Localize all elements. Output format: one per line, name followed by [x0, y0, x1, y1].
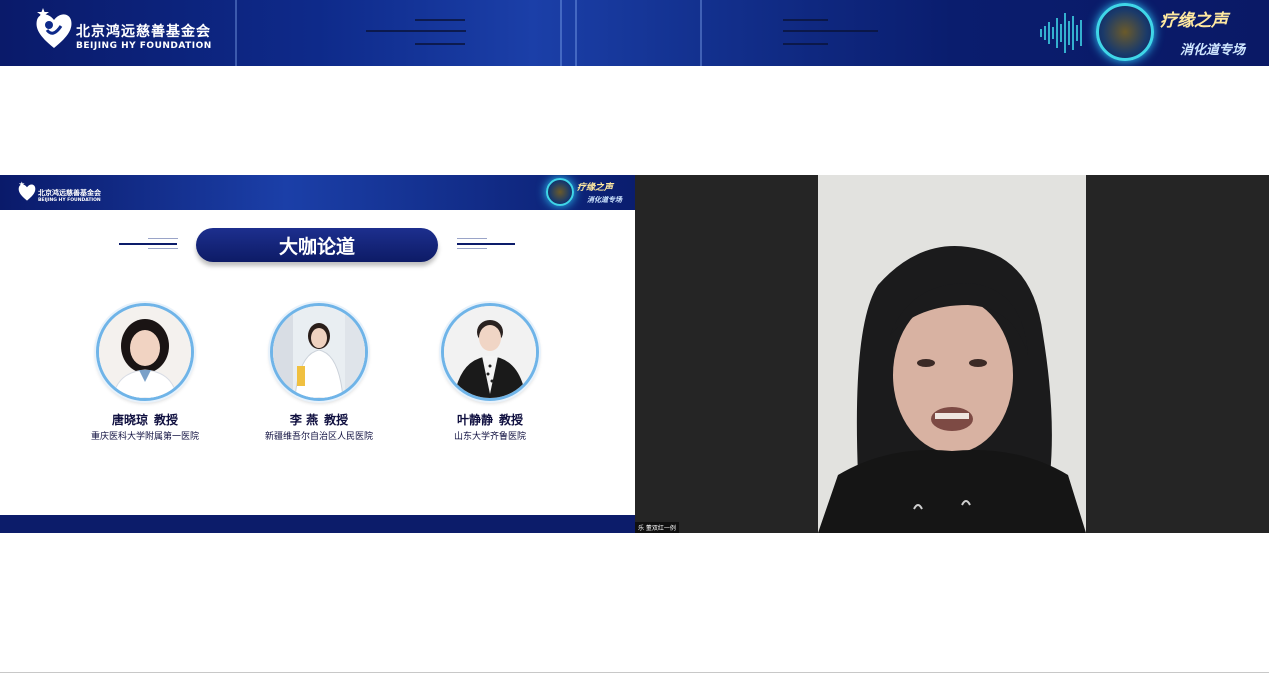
slide-foundation-logo: 北京鸿远慈善基金会 BEIJING HY FOUNDATION: [17, 181, 101, 203]
banner-decor-line: [415, 43, 465, 45]
speaker-photo: [96, 303, 194, 401]
org-name-cn: 北京鸿远慈善基金会: [76, 24, 211, 40]
banner-decor-line: [783, 30, 878, 32]
banner-decor-line: [783, 19, 828, 21]
sound-wave-decor: [1040, 0, 1082, 66]
slide-bottom-bar: [0, 515, 635, 533]
title-decor-line-right: [457, 243, 515, 245]
speaker-card: 唐晓琼 教授 重庆医科大学附属第一医院: [55, 303, 235, 442]
title-decor-line-left: [148, 248, 178, 249]
banner-decor-line: [415, 19, 465, 21]
slide-event-subtitle: 消化道专场: [587, 195, 622, 204]
slide-banner: 北京鸿远慈善基金会 BEIJING HY FOUNDATION 疗缘之声 消化道…: [0, 175, 635, 210]
banner-light-streak: [235, 0, 237, 66]
speaker-organization: 山东大学齐鲁医院: [453, 432, 526, 442]
participant-video-tile[interactable]: 乐 董双红一例: [635, 175, 1269, 533]
participant-name-label: 乐 董双红一例: [635, 522, 679, 533]
slide-org-name-en: BEIJING HY FOUNDATION: [38, 197, 101, 203]
speaker-title: 教授: [324, 413, 349, 427]
event-badge: 疗缘之声 消化道专场: [1096, 3, 1245, 61]
event-title: 疗缘之声: [1160, 11, 1228, 31]
stomach-icon: [546, 178, 574, 206]
speaker-name: 叶静静: [456, 413, 493, 427]
participant-video-feed: [818, 175, 1086, 533]
slide-event-title: 疗缘之声: [577, 182, 614, 193]
top-banner: 北京鸿远慈善基金会 BEIJING HY FOUNDATION 疗缘之声 消化道…: [0, 0, 1269, 66]
heart-logo-icon: [36, 8, 72, 49]
slide-event-badge: 疗缘之声 消化道专场: [546, 178, 622, 206]
org-name-en: BEIJING HY FOUNDATION: [76, 41, 212, 51]
speaker-name: 唐晓琼: [111, 413, 148, 427]
speaker-title: 教授: [499, 413, 524, 427]
speaker-card: 李 燕教授 新疆维吾尔自治区人民医院: [229, 303, 409, 442]
speaker-photo: [270, 303, 368, 401]
foundation-logo: 北京鸿远慈善基金会 BEIJING HY FOUNDATION: [33, 8, 212, 52]
title-decor-line-left: [119, 243, 177, 245]
stomach-icon: [1096, 3, 1154, 61]
event-subtitle: 消化道专场: [1180, 43, 1246, 58]
banner-decor-line: [783, 43, 828, 45]
slide-org-name-cn: 北京鸿远慈善基金会: [38, 188, 101, 197]
banner-light-streak: [575, 0, 577, 66]
participant-camera-image: [818, 175, 1086, 533]
speaker-card: 叶静静 教授 山东大学齐鲁医院: [400, 303, 580, 442]
speaker-organization: 重庆医科大学附属第一医院: [90, 432, 199, 442]
heart-logo-icon: [18, 181, 36, 201]
window-bottom-border: [0, 672, 1269, 673]
shared-slide: 北京鸿远慈善基金会 BEIJING HY FOUNDATION 疗缘之声 消化道…: [0, 175, 635, 533]
title-decor-line-right: [457, 238, 487, 239]
speaker-title: 教授: [154, 413, 179, 427]
section-title: 大咖论道: [196, 228, 438, 262]
speaker-name: 李 燕: [289, 413, 319, 427]
banner-light-streak: [560, 0, 562, 66]
title-decor-line-left: [148, 238, 178, 239]
speaker-organization: 新疆维吾尔自治区人民医院: [264, 432, 373, 442]
banner-light-streak: [700, 0, 702, 66]
speaker-photo: [441, 303, 539, 401]
banner-decor-line: [366, 30, 466, 32]
title-decor-line-right: [457, 248, 487, 249]
